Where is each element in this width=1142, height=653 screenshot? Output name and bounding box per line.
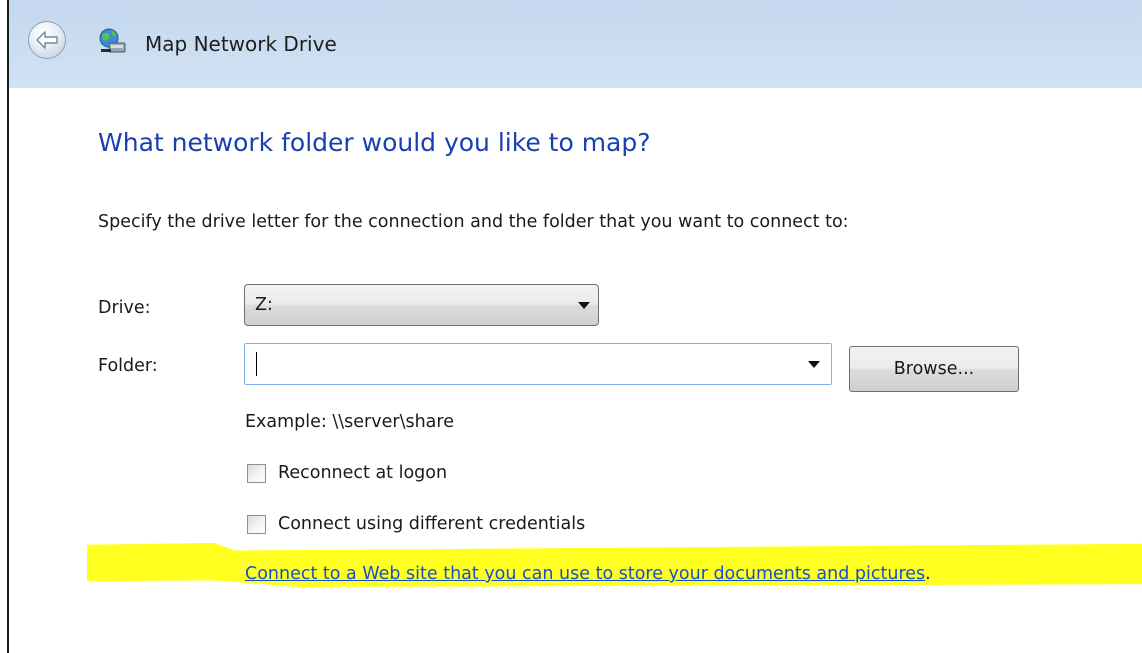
web-site-link-row: Connect to a Web site that you can use t…: [245, 564, 931, 584]
page-heading: What network folder would you like to ma…: [98, 128, 651, 157]
back-button[interactable]: [28, 21, 66, 59]
map-network-drive-window: Map Network Drive What network folder wo…: [0, 0, 1142, 653]
credentials-checkbox-label[interactable]: Connect using different credentials: [278, 514, 585, 534]
instructions-text: Specify the drive letter for the connect…: [98, 212, 849, 232]
web-site-link[interactable]: Connect to a Web site that you can use t…: [245, 564, 925, 584]
window-left-edge: [0, 0, 9, 653]
network-drive-icon: [99, 28, 126, 53]
folder-input[interactable]: [251, 348, 799, 380]
back-arrow-icon: [36, 31, 58, 49]
dialog-content: What network folder would you like to ma…: [9, 88, 1142, 653]
different-credentials-option[interactable]: Connect using different credentials: [247, 514, 585, 534]
text-caret: [256, 352, 257, 376]
folder-label: Folder:: [98, 356, 158, 376]
drive-letter-select[interactable]: Z:: [244, 284, 599, 326]
browse-button[interactable]: Browse...: [849, 346, 1019, 392]
title-bar: Map Network Drive: [9, 0, 1142, 88]
folder-example-text: Example: \\server\share: [245, 412, 454, 432]
drive-selected-value: Z:: [255, 295, 273, 315]
chevron-down-icon[interactable]: [808, 361, 820, 368]
chevron-down-icon: [578, 302, 590, 309]
folder-combobox[interactable]: [244, 343, 832, 385]
web-link-suffix: .: [925, 564, 931, 584]
window-title: Map Network Drive: [145, 32, 337, 56]
reconnect-checkbox-label[interactable]: Reconnect at logon: [278, 463, 447, 483]
drive-label: Drive:: [98, 298, 151, 318]
credentials-checkbox[interactable]: [247, 514, 266, 534]
reconnect-at-logon-option[interactable]: Reconnect at logon: [247, 463, 447, 483]
reconnect-checkbox[interactable]: [247, 463, 266, 483]
